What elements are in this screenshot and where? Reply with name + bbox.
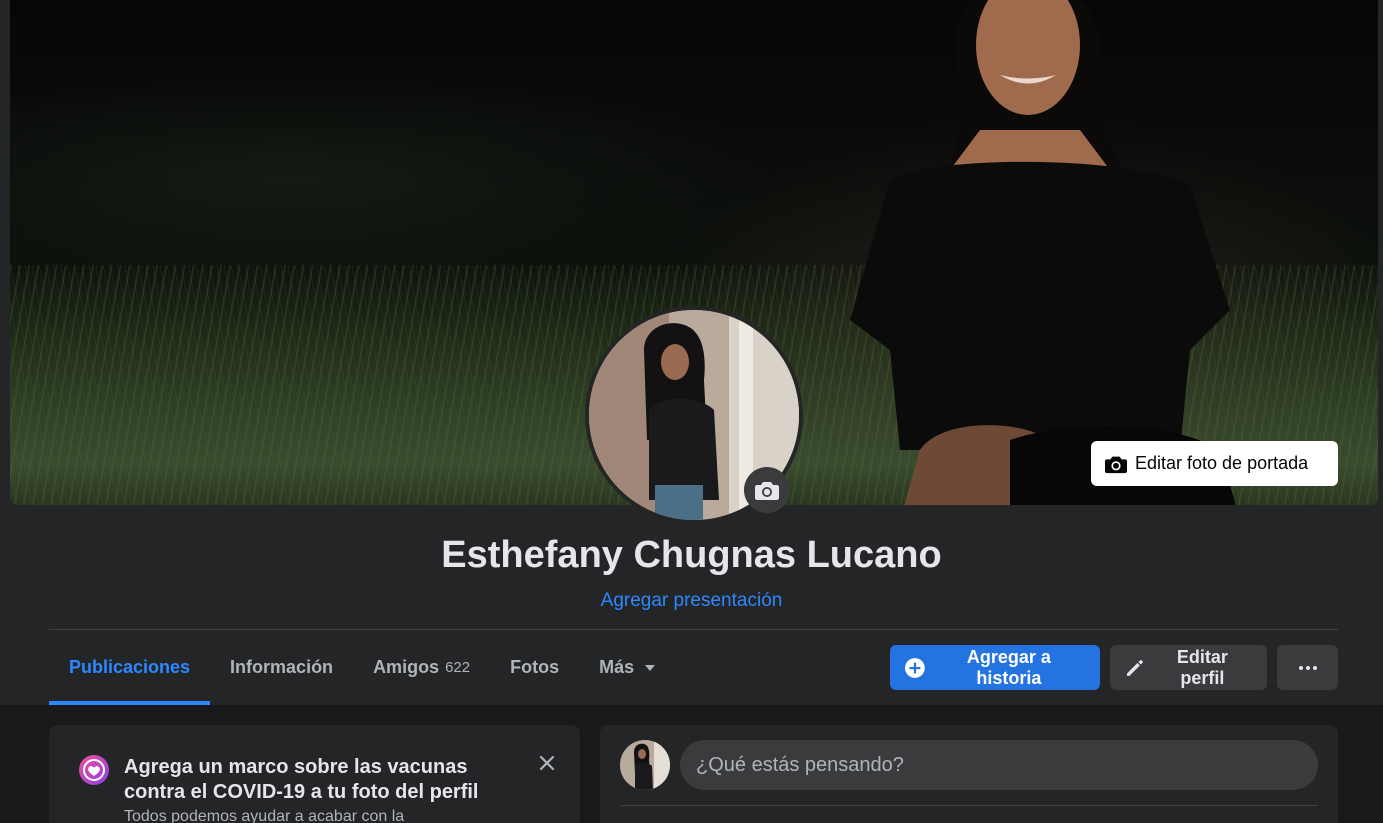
pencil-icon <box>1126 659 1143 676</box>
tab-informacion[interactable]: Información <box>210 630 353 705</box>
tab-fotos[interactable]: Fotos <box>490 630 579 705</box>
cover-person-figure <box>850 0 1236 505</box>
tab-label: Más <box>599 657 635 677</box>
edit-cover-photo-button[interactable]: Editar foto de portada <box>1091 441 1338 486</box>
post-composer-card: ¿Qué estás pensando? <box>600 725 1338 823</box>
more-dots-icon <box>1298 665 1317 670</box>
edit-profile-label: Editar perfil <box>1176 646 1228 688</box>
edit-cover-photo-label: Editar foto de portada <box>1135 453 1309 473</box>
tab-publicaciones[interactable]: Publicaciones <box>49 630 211 705</box>
add-bio-link[interactable]: Agregar presentación <box>0 590 1383 612</box>
camera-icon <box>755 482 779 500</box>
add-story-button[interactable]: Agregar a historia <box>890 645 1100 690</box>
tab-label: Fotos <box>510 657 560 677</box>
profile-header: Editar foto de portada Esthefany Chugnas… <box>0 0 1383 705</box>
caret-down-icon <box>645 664 656 671</box>
close-icon[interactable] <box>531 747 563 779</box>
profile-name: Esthefany Chugnas Lucano <box>441 534 942 576</box>
edit-profile-button[interactable]: Editar perfil <box>1110 645 1267 690</box>
composer-divider <box>620 805 1318 806</box>
covid-frame-card: Agrega un marco sobre las vacunas contra… <box>49 725 580 823</box>
heart-frame-icon <box>79 755 109 785</box>
tab-amigos[interactable]: Amigos 622 <box>353 630 490 705</box>
tab-label: Información <box>230 657 334 677</box>
profile-tabs: Publicaciones Información Amigos 622 Fot… <box>49 630 676 705</box>
friends-count: 622 <box>445 659 471 676</box>
more-options-button[interactable] <box>1277 645 1338 690</box>
tab-label: Amigos <box>373 657 440 677</box>
whats-on-your-mind-input[interactable]: ¿Qué estás pensando? <box>680 740 1318 790</box>
covid-frame-title: Agrega un marco sobre las vacunas contra… <box>124 756 479 803</box>
tab-label: Publicaciones <box>69 657 191 677</box>
tab-mas[interactable]: Más <box>579 630 676 705</box>
plus-circle-icon <box>905 657 925 678</box>
profile-actions: Agregar a historia Editar perfil <box>890 645 1338 690</box>
camera-icon <box>1105 456 1127 473</box>
update-avatar-button[interactable] <box>744 467 790 513</box>
covid-frame-body: Todos podemos ayudar a acabar con la <box>124 808 405 823</box>
add-story-label: Agregar a historia <box>966 646 1051 688</box>
composer-avatar-photo <box>620 740 670 790</box>
composer-avatar[interactable] <box>620 740 670 790</box>
